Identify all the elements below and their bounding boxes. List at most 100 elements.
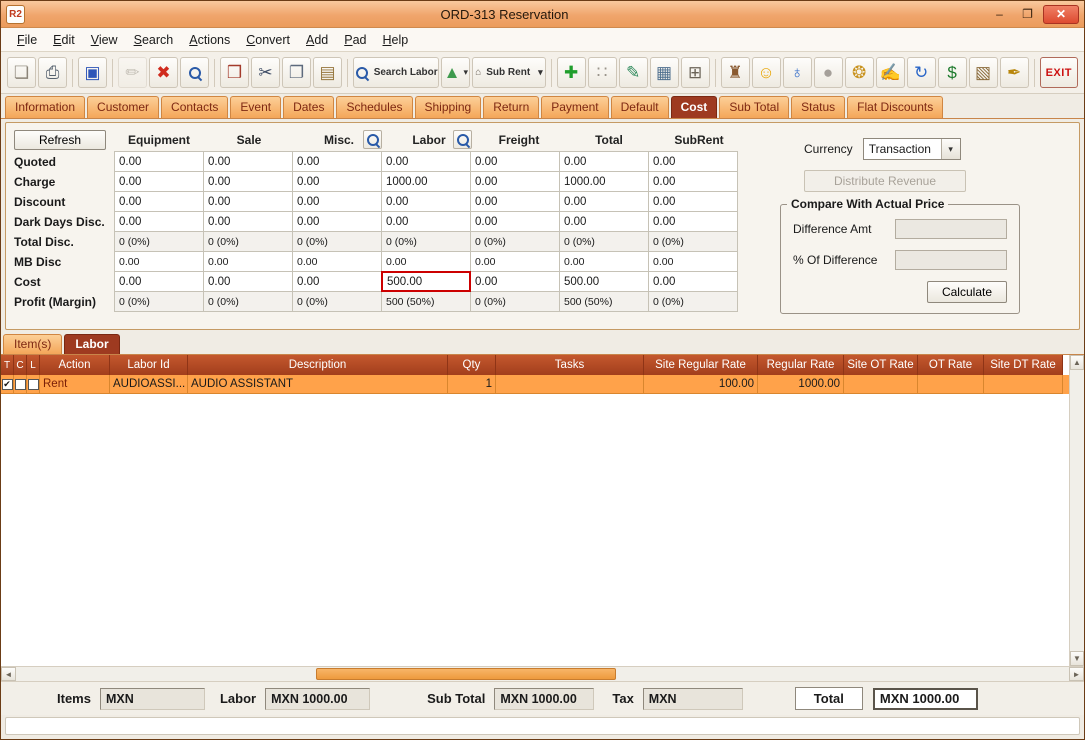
cost-cell-dark-days-disc-sale[interactable]: 0.00 [203, 211, 293, 232]
cost-cell-dark-days-disc-freight[interactable]: 0.00 [470, 211, 560, 232]
tax-total-field[interactable]: MXN [643, 688, 743, 710]
cost-cell-mb-disc-total[interactable]: 0.00 [559, 251, 649, 272]
cost-cell-quoted-sale[interactable]: 0.00 [203, 151, 293, 172]
currency-dropdown[interactable]: Transaction ▾ [863, 138, 961, 160]
scroll-right-icon[interactable]: ► [1069, 667, 1084, 681]
detail-tab-item-s[interactable]: Item(s) [3, 334, 62, 354]
spheres-button[interactable]: ∷ [588, 57, 617, 88]
schedule-button[interactable]: ▦ [650, 57, 679, 88]
cost-cell-total-disc-equipment[interactable]: 0 (0%) [114, 231, 204, 252]
cost-cell-mb-disc-misc[interactable]: 0.00 [292, 251, 382, 272]
tab-cost[interactable]: Cost [671, 96, 718, 118]
cost-cell-cost-subrent[interactable]: 0.00 [648, 271, 738, 292]
cost-cell-cost-misc[interactable]: 0.00 [292, 271, 382, 292]
cost-cell-discount-equipment[interactable]: 0.00 [114, 191, 204, 212]
difference-amt-field[interactable] [895, 219, 1007, 239]
cost-cell-dark-days-disc-equipment[interactable]: 0.00 [114, 211, 204, 232]
calculate-button[interactable]: Calculate [927, 281, 1007, 303]
cost-cell-mb-disc-freight[interactable]: 0.00 [470, 251, 560, 272]
ticked-checkbox[interactable]: ✔ [2, 379, 13, 390]
tab-payment[interactable]: Payment [541, 96, 608, 118]
labor-tasks-cell[interactable] [496, 375, 644, 394]
delete-button[interactable]: ✖ [149, 57, 178, 88]
cost-cell-profit-margin-subrent[interactable]: 0 (0%) [648, 291, 738, 312]
vertical-scroll-track[interactable] [1070, 370, 1084, 651]
cost-cell-cost-sale[interactable]: 0.00 [203, 271, 293, 292]
scroll-up-icon[interactable]: ▲ [1070, 355, 1084, 370]
cost-cell-dark-days-disc-subrent[interactable]: 0.00 [648, 211, 738, 232]
cost-cell-charge-misc[interactable]: 0.00 [292, 171, 382, 192]
refresh-currency-button[interactable]: ↻ [907, 57, 936, 88]
labor-action-cell[interactable]: Rent [40, 375, 110, 394]
cost-cell-mb-disc-equipment[interactable]: 0.00 [114, 251, 204, 272]
cost-cell-charge-subrent[interactable]: 0.00 [648, 171, 738, 192]
distribute-revenue-button[interactable]: Distribute Revenue [804, 170, 966, 192]
cost-cell-profit-margin-labor[interactable]: 500 (50%) [381, 291, 471, 312]
percent-of-difference-field[interactable] [895, 250, 1007, 270]
vertical-scrollbar[interactable]: ▲ ▼ [1069, 355, 1084, 666]
paste-button[interactable]: ▤ [313, 57, 342, 88]
maximize-button[interactable]: ❐ [1015, 5, 1040, 24]
save-button[interactable]: ▣ [78, 57, 107, 88]
sub-total-field[interactable]: MXN 1000.00 [494, 688, 594, 710]
print-button[interactable]: ⎙ [38, 57, 67, 88]
labor-site-regular-rate-cell[interactable]: 100.00 [644, 375, 758, 394]
sub-rent-button[interactable]: ⌂Sub Rent▾ [472, 57, 545, 88]
scroll-left-icon[interactable]: ◄ [1, 667, 16, 681]
building-button[interactable]: ♜ [721, 57, 750, 88]
report-button[interactable]: ❒ [220, 57, 249, 88]
scroll-down-icon[interactable]: ▼ [1070, 651, 1084, 666]
horizontal-scrollbar[interactable]: ◄ ► [1, 666, 1084, 681]
tab-sub-total[interactable]: Sub Total [719, 96, 789, 118]
cost-cell-cost-labor[interactable]: 500.00 [381, 271, 471, 292]
cost-cell-charge-total[interactable]: 1000.00 [559, 171, 649, 192]
write-note-button[interactable]: ✎ [619, 57, 648, 88]
cost-cell-quoted-freight[interactable]: 0.00 [470, 151, 560, 172]
package-button[interactable]: ▧ [969, 57, 998, 88]
copy-button[interactable]: ❐ [282, 57, 311, 88]
money-button[interactable]: $ [938, 57, 967, 88]
menu-add[interactable]: Add [298, 30, 336, 50]
cost-cell-profit-margin-misc[interactable]: 0 (0%) [292, 291, 382, 312]
refresh-button[interactable]: Refresh [14, 130, 106, 150]
exit-button[interactable]: EXIT [1040, 57, 1078, 88]
cost-cell-discount-total[interactable]: 0.00 [559, 191, 649, 212]
horizontal-scroll-track[interactable] [16, 667, 1069, 681]
pen-button[interactable]: ✒ [1000, 57, 1029, 88]
cost-cell-quoted-subrent[interactable]: 0.00 [648, 151, 738, 172]
chevron-down-icon[interactable]: ▾ [941, 139, 960, 159]
close-button[interactable]: ✕ [1043, 5, 1079, 24]
cost-cell-charge-sale[interactable]: 0.00 [203, 171, 293, 192]
tab-information[interactable]: Information [5, 96, 85, 118]
cost-cell-profit-margin-total[interactable]: 500 (50%) [559, 291, 649, 312]
cost-cell-dark-days-disc-labor[interactable]: 0.00 [381, 211, 471, 232]
search-misc-button[interactable] [363, 130, 382, 149]
cut-button[interactable]: ✂ [251, 57, 280, 88]
labor-site-ot-rate-cell[interactable] [844, 375, 918, 394]
sphere-button[interactable]: ● [814, 57, 843, 88]
menu-pad[interactable]: Pad [336, 30, 374, 50]
gold-badge-button[interactable]: ❂ [845, 57, 874, 88]
cost-cell-quoted-total[interactable]: 0.00 [559, 151, 649, 172]
menu-convert[interactable]: Convert [238, 30, 298, 50]
add-button[interactable]: ✚ [557, 57, 586, 88]
cost-cell-quoted-labor[interactable]: 0.00 [381, 151, 471, 172]
cost-cell-profit-margin-sale[interactable]: 0 (0%) [203, 291, 293, 312]
cost-cell-total-disc-sale[interactable]: 0 (0%) [203, 231, 293, 252]
cost-cell-profit-margin-freight[interactable]: 0 (0%) [470, 291, 560, 312]
cost-cell-discount-freight[interactable]: 0.00 [470, 191, 560, 212]
menu-file[interactable]: File [9, 30, 45, 50]
labor-l-checkbox[interactable] [27, 375, 40, 394]
labor-c-checkbox[interactable] [14, 375, 27, 394]
cost-cell-charge-freight[interactable]: 0.00 [470, 171, 560, 192]
cost-cell-dark-days-disc-misc[interactable]: 0.00 [292, 211, 382, 232]
c-checkbox[interactable] [15, 379, 26, 390]
labor-row[interactable]: ✔RentAUDIOASSI...AUDIO ASSISTANT1100.001… [1, 375, 1069, 394]
cost-cell-quoted-misc[interactable]: 0.00 [292, 151, 382, 172]
calculator-button[interactable]: ⊞ [681, 57, 710, 88]
cost-cell-charge-labor[interactable]: 1000.00 [381, 171, 471, 192]
tab-dates[interactable]: Dates [283, 96, 334, 118]
labor-qty-cell[interactable]: 1 [448, 375, 496, 394]
detail-tab-labor[interactable]: Labor [64, 334, 119, 354]
cost-cell-dark-days-disc-total[interactable]: 0.00 [559, 211, 649, 232]
